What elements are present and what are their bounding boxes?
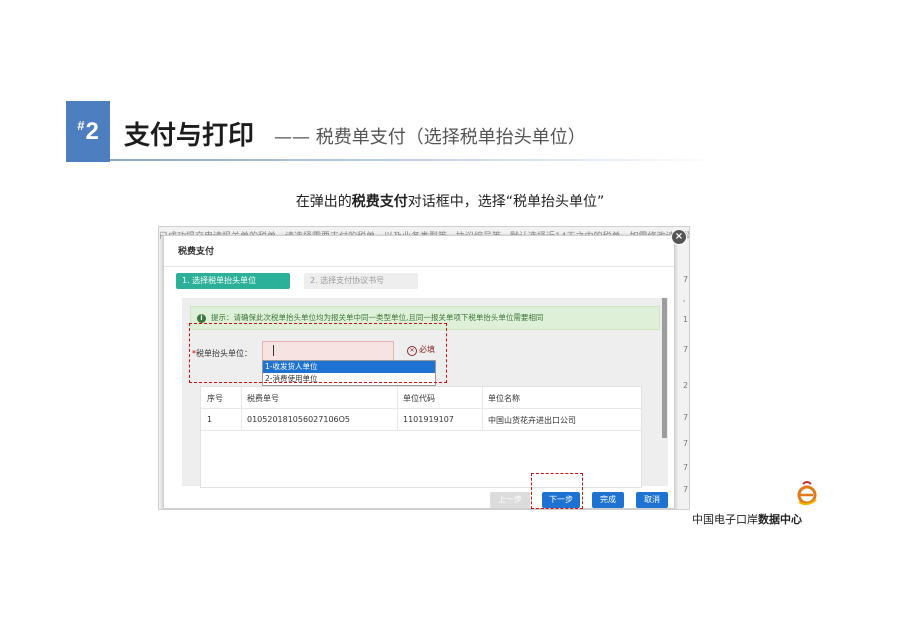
- step-select-payment-agreement[interactable]: 2. 选择支付协议书号: [304, 273, 418, 289]
- column-divider: [397, 387, 398, 431]
- embedded-screenshot: 已成功提交申请报关单的税单，请选择需要支付的税单，以及业务类型等，协议编号等，默…: [158, 226, 690, 510]
- background-edge-char: 7: [683, 413, 689, 422]
- panel-scrollbar[interactable]: [662, 298, 667, 438]
- finish-button[interactable]: 完成: [592, 492, 624, 508]
- caption-part1: 在弹出的: [295, 194, 352, 210]
- caption-bold: 税费支付: [351, 194, 408, 210]
- section-badge: # 2: [66, 101, 110, 162]
- column-header-unit-name: 单位名称: [488, 394, 520, 403]
- brand-name-regular: 中国电子口岸: [692, 513, 758, 526]
- dialog-divider: [164, 266, 674, 267]
- page-title: 支付与打印: [124, 121, 255, 151]
- title-underline: [110, 159, 720, 161]
- column-header-index: 序号: [207, 394, 223, 403]
- column-divider: [241, 387, 242, 431]
- background-edge-char: 7: [683, 275, 689, 284]
- previous-step-button[interactable]: 上一步: [490, 492, 530, 508]
- info-icon: i: [197, 313, 206, 323]
- page-subtitle: —— 税费单支付（选择税单抬头单位）: [274, 127, 586, 148]
- background-edge-char: 7: [683, 463, 689, 472]
- instruction-caption: 在弹出的税费支付对话框中，选择“税单抬头单位”: [0, 191, 900, 211]
- column-divider: [482, 387, 483, 431]
- background-edge-char: ': [683, 299, 686, 308]
- cell-bill-no: 010520181056027106O5: [247, 415, 351, 424]
- china-eport-logo-icon: [797, 481, 817, 506]
- close-icon[interactable]: ×: [671, 229, 687, 245]
- badge-prefix: #: [77, 118, 85, 133]
- notice-text: 提示：请确保此次税单抬头单位均为报关单中同一类型单位,且同一报关单项下税单抬头单…: [211, 313, 544, 322]
- column-header-bill-no: 税费单号: [247, 394, 279, 403]
- cancel-button[interactable]: 取消: [636, 492, 668, 508]
- brand-block: 中国电子口岸数据中心: [692, 477, 832, 527]
- brand-name-bold: 数据中心: [758, 513, 802, 526]
- column-header-unit-code: 单位代码: [403, 394, 435, 403]
- table-header-row: 序号 税费单号 单位代码 单位名称: [201, 387, 641, 409]
- highlight-unit-select: [189, 323, 447, 383]
- badge-number: 2: [85, 117, 99, 145]
- background-edge-char: 7: [683, 439, 689, 448]
- table-row[interactable]: 1 010520181056027106O5 1101919107 中国山货花卉…: [201, 409, 641, 431]
- cell-unit-name: 中国山货花卉进出口公司: [488, 416, 576, 425]
- cell-index: 1: [207, 415, 213, 424]
- step-select-tax-header-unit[interactable]: 1. 选择税单抬头单位: [176, 273, 290, 289]
- highlight-next-button: [531, 473, 583, 509]
- caption-part2: 对话框中，选择“税单抬头单位”: [407, 194, 605, 210]
- background-edge-char: 7: [683, 345, 689, 354]
- brand-name: 中国电子口岸数据中心: [692, 511, 802, 527]
- background-edge-char: 7: [683, 485, 689, 494]
- dialog-title: 税费支付: [178, 247, 215, 257]
- cell-unit-code: 1101919107: [403, 415, 454, 424]
- background-edge-char: 1: [683, 315, 689, 324]
- background-edge-char: 2: [683, 381, 689, 390]
